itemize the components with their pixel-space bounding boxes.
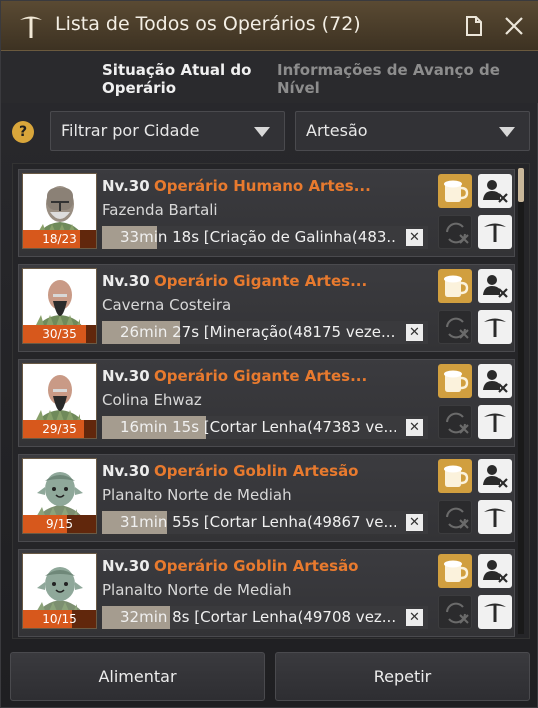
worker-list-window: Lista de Todos os Operários (72) Situaçã…: [0, 0, 538, 708]
task-text: 16min 15s [Cortar Lenha(47383 ve...: [120, 418, 396, 436]
repeat-task-button[interactable]: [438, 500, 472, 534]
repeat-task-button[interactable]: [438, 310, 472, 344]
move-worker-button[interactable]: [478, 595, 512, 629]
window-title: Lista de Todos os Operários (72): [55, 13, 361, 35]
stamina-depleted-shade: [79, 230, 96, 248]
move-worker-button[interactable]: [478, 310, 512, 344]
feed-worker-button[interactable]: [438, 364, 472, 398]
worker-card[interactable]: 18/23 Nv.30 Operário Humano Artes... Fazend…: [18, 169, 515, 257]
worker-level: Nv.30: [102, 272, 150, 290]
stamina-band: 9/15: [23, 515, 96, 533]
worker-pickaxe-icon: [20, 16, 42, 38]
dismiss-worker-button[interactable]: [478, 554, 512, 588]
cancel-task-icon[interactable]: ✕: [406, 514, 423, 531]
worker-location: Fazenda Bartali: [102, 201, 218, 219]
scrollbar[interactable]: [518, 168, 524, 634]
stamina-count: 30/35: [42, 327, 77, 341]
title-bar[interactable]: Lista de Todos os Operários (72): [1, 1, 538, 51]
task-progress-bar: 33min 18s [Criação de Galinha(483... ✕: [102, 226, 428, 249]
repeat-all-button[interactable]: Repetir: [275, 652, 530, 701]
city-filter-label: Filtrar por Cidade: [61, 121, 200, 140]
dismiss-worker-button[interactable]: [478, 364, 512, 398]
worker-level: Nv.30: [102, 367, 150, 385]
worker-type-label: Artesão: [306, 121, 368, 140]
stamina-count: 9/15: [46, 517, 73, 531]
task-text: 33min 18s [Criação de Galinha(483...: [120, 228, 396, 246]
task-progress-bar: 32min 8s [Cortar Lenha(49708 vez... ✕: [102, 606, 428, 629]
worker-portrait: 10/15: [22, 553, 97, 629]
dismiss-worker-button[interactable]: [478, 269, 512, 303]
chevron-down-icon: [254, 127, 270, 137]
cancel-task-icon[interactable]: ✕: [406, 324, 423, 341]
move-worker-button[interactable]: [478, 500, 512, 534]
tab-bar: Situação Atual do Operário Informações d…: [1, 51, 538, 151]
repeat-task-button[interactable]: [438, 405, 472, 439]
cancel-task-icon[interactable]: ✕: [406, 609, 423, 626]
worker-type-dropdown[interactable]: Artesão: [295, 111, 530, 151]
stamina-band: 29/35: [23, 420, 96, 438]
worker-location: Colina Ehwaz: [102, 391, 202, 409]
worker-level: Nv.30: [102, 557, 150, 575]
feed-worker-button[interactable]: [438, 459, 472, 493]
repeat-task-button[interactable]: [438, 595, 472, 629]
worker-name: Operário Humano Artes...: [154, 177, 371, 195]
dismiss-worker-button[interactable]: [478, 459, 512, 493]
scrollbar-thumb[interactable]: [518, 168, 524, 202]
dismiss-worker-button[interactable]: [478, 174, 512, 208]
tab-current-status[interactable]: Situação Atual do Operário: [102, 61, 252, 97]
stamina-count: 29/35: [42, 422, 77, 436]
task-progress-bar: 26min 27s [Mineração(48175 veze... ✕: [102, 321, 428, 344]
stamina-band: 30/35: [23, 325, 96, 343]
worker-card[interactable]: 10/15 Nv.30 Operário Goblin Artesão Planalt…: [18, 549, 515, 637]
worker-name: Operário Gigante Artes...: [154, 367, 368, 385]
stamina-count: 18/23: [42, 232, 77, 246]
worker-level: Nv.30: [102, 177, 150, 195]
worker-name: Operário Goblin Artesão: [154, 557, 359, 575]
task-text: 31min 55s [Cortar Lenha(49867 ve...: [120, 513, 396, 531]
worker-level: Nv.30: [102, 462, 150, 480]
worker-card[interactable]: 9/15 Nv.30 Operário Goblin Artesão Planalto…: [18, 454, 515, 542]
feed-worker-button[interactable]: [438, 174, 472, 208]
stamina-count: 10/15: [42, 612, 77, 626]
close-icon[interactable]: [501, 13, 527, 39]
task-progress-bar: 31min 55s [Cortar Lenha(49867 ve... ✕: [102, 511, 428, 534]
move-worker-button[interactable]: [478, 405, 512, 439]
task-text: 26min 27s [Mineração(48175 veze...: [120, 323, 396, 341]
worker-card[interactable]: 30/35 Nv.30 Operário Gigante Artes... Caver…: [18, 264, 515, 352]
worker-card[interactable]: 29/35 Nv.30 Operário Gigante Artes... Colin…: [18, 359, 515, 447]
worker-location: Caverna Costeira: [102, 296, 232, 314]
worker-portrait: 9/15: [22, 458, 97, 534]
feed-worker-button[interactable]: [438, 269, 472, 303]
cancel-task-icon[interactable]: ✕: [406, 229, 423, 246]
worker-portrait: 30/35: [22, 268, 97, 344]
cancel-task-icon[interactable]: ✕: [406, 419, 423, 436]
worker-portrait: 29/35: [22, 363, 97, 439]
repeat-task-button[interactable]: [438, 215, 472, 249]
chevron-down-icon: [499, 127, 515, 137]
task-progress-bar: 16min 15s [Cortar Lenha(47383 ve... ✕: [102, 416, 428, 439]
feed-worker-button[interactable]: [438, 554, 472, 588]
stamina-band: 18/23: [23, 230, 96, 248]
stamina-depleted-shade: [85, 325, 96, 343]
task-text: 32min 8s [Cortar Lenha(49708 vez...: [120, 608, 396, 626]
worker-location: Planalto Norte de Mediah: [102, 486, 292, 504]
document-icon[interactable]: [463, 15, 485, 37]
city-filter-dropdown[interactable]: Filtrar por Cidade: [50, 111, 285, 151]
tab-level-progress[interactable]: Informações de Avanço de Nível: [277, 61, 507, 97]
stamina-depleted-shade: [83, 420, 96, 438]
stamina-band: 10/15: [23, 610, 96, 628]
worker-location: Planalto Norte de Mediah: [102, 581, 292, 599]
worker-name: Operário Gigante Artes...: [154, 272, 368, 290]
help-icon[interactable]: ?: [12, 121, 34, 143]
move-worker-button[interactable]: [478, 215, 512, 249]
worker-name: Operário Goblin Artesão: [154, 462, 359, 480]
worker-list[interactable]: 18/23 Nv.30 Operário Humano Artes... Fazend…: [12, 163, 530, 639]
worker-portrait: 18/23: [22, 173, 97, 249]
feed-all-button[interactable]: Alimentar: [10, 652, 265, 701]
